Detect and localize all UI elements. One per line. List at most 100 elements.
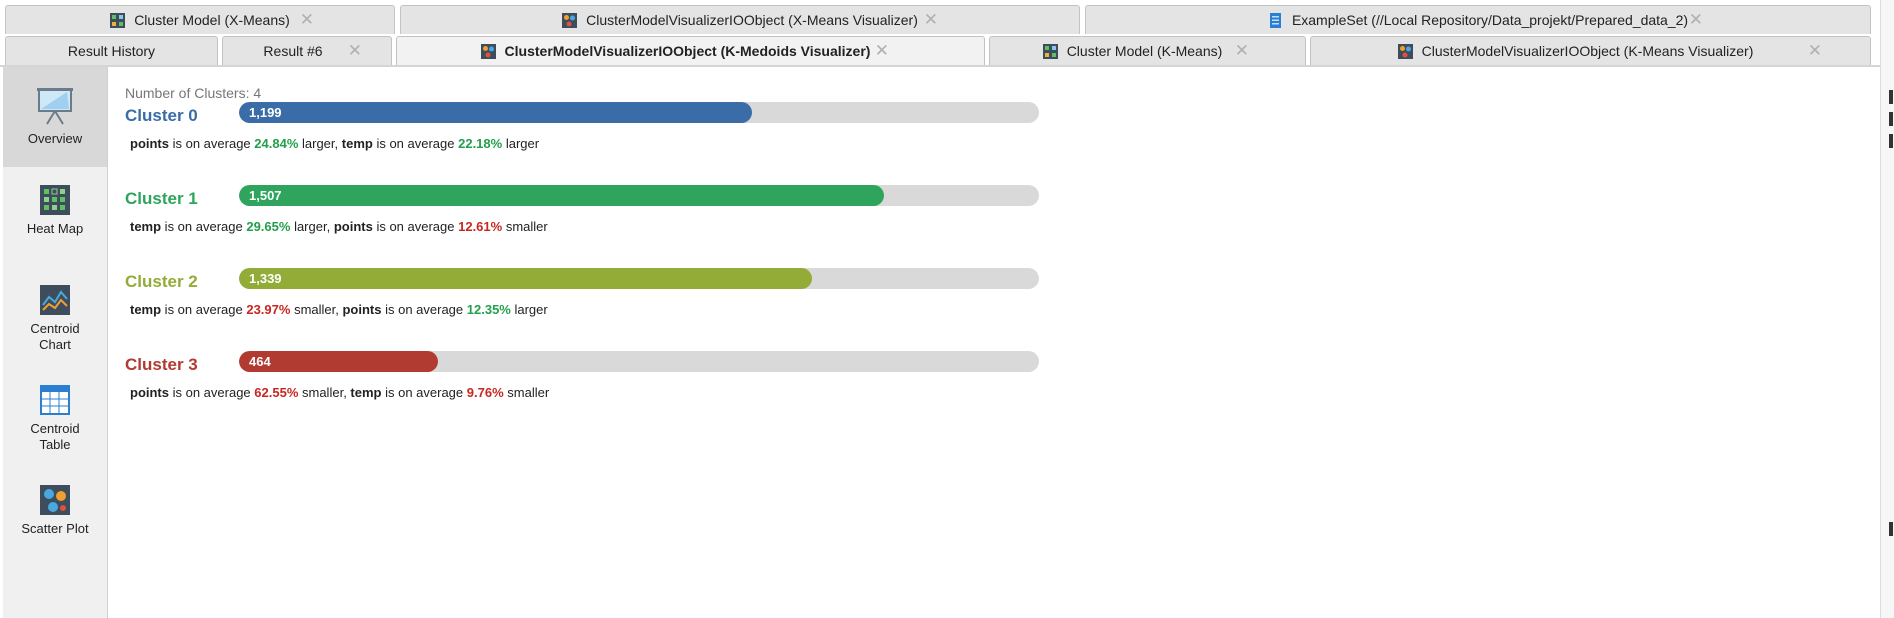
tab-exampleset[interactable]: ExampleSet (//Local Repository/Data_proj…	[1085, 5, 1871, 34]
right-panel-edge	[1880, 0, 1894, 618]
sidebar-label: Overview	[27, 131, 83, 146]
cluster-name: Cluster 2	[125, 272, 198, 291]
scatter-plot-icon	[40, 485, 70, 515]
sidebar-label: Scatter Plot	[21, 521, 89, 536]
close-icon[interactable]: ✕	[300, 11, 314, 28]
close-icon[interactable]: ✕	[1689, 11, 1703, 28]
sidebar-item-scatter-plot[interactable]: Scatter Plot	[3, 467, 107, 567]
percent-value: 12.35%	[466, 302, 511, 317]
close-icon[interactable]: ✕	[1235, 42, 1249, 59]
attribute-name: temp	[350, 385, 382, 400]
edge-marker	[1889, 90, 1893, 104]
description-text: is on average	[161, 219, 247, 234]
sidebar-label: Centroid Table	[30, 421, 80, 452]
cluster-model-icon	[110, 12, 126, 28]
heat-map-icon	[40, 185, 70, 215]
description-text: is on average	[169, 385, 255, 400]
close-icon[interactable]: ✕	[924, 11, 938, 28]
cluster-size-bar: 464	[239, 351, 1039, 372]
direction-text: larger	[514, 302, 548, 317]
tab-label: ClusterModelVisualizerIOObject (K-Medoid…	[504, 43, 871, 59]
attribute-name: temp	[341, 136, 373, 151]
cluster-row[interactable]: Cluster 0 1,199 points is on average 24.84…	[125, 102, 1175, 172]
tab-cluster-model-xmeans[interactable]: Cluster Model (X-Means) ✕	[5, 5, 395, 34]
cluster-size-fill: 1,507	[239, 185, 884, 206]
presentation-board-icon	[37, 88, 73, 125]
separator: ,	[326, 219, 334, 234]
cluster-visualizer-icon	[480, 43, 496, 59]
description-text: is on average	[372, 219, 459, 234]
percent-value: 62.55%	[254, 385, 299, 400]
number-of-clusters: Number of Clusters: 4	[125, 85, 262, 101]
tab-row-top: Cluster Model (X-Means) ✕ ClusterModelVi…	[0, 5, 1894, 34]
cluster-description: points is on average 62.55% smaller, tem…	[130, 385, 549, 400]
centroid-chart-icon	[40, 285, 70, 315]
cluster-size-fill: 1,339	[239, 268, 812, 289]
tab-result-history[interactable]: Result History	[5, 36, 218, 65]
attribute-name: points	[342, 302, 382, 317]
cluster-name: Cluster 1	[125, 189, 198, 208]
description-text: is on average	[381, 385, 467, 400]
sidebar-item-centroid-chart[interactable]: Centroid Chart	[3, 267, 107, 367]
description-text: is on average	[372, 136, 459, 151]
sidebar-label: Heat Map	[26, 221, 84, 236]
description-text: is on average	[169, 136, 255, 151]
tab-label: Result History	[67, 43, 156, 59]
tab-label: ExampleSet (//Local Repository/Data_proj…	[1291, 12, 1689, 28]
percent-value: 9.76%	[466, 385, 504, 400]
tab-label: Cluster Model (X-Means)	[134, 12, 290, 28]
attribute-name: points	[333, 219, 373, 234]
tab-kmeans-visualizer[interactable]: ClusterModelVisualizerIOObject (K-Means …	[1310, 36, 1871, 65]
cluster-name: Cluster 3	[125, 355, 198, 374]
direction-text: larger	[294, 219, 327, 234]
percent-value: 12.61%	[458, 219, 503, 234]
cluster-visualizer-icon	[562, 12, 578, 28]
cluster-size-bar: 1,339	[239, 268, 1039, 289]
sidebar-item-heat-map[interactable]: Heat Map	[3, 167, 107, 267]
cluster-description: temp is on average 23.97% smaller, point…	[130, 302, 548, 317]
cluster-size-bar: 1,199	[239, 102, 1039, 123]
direction-text: smaller	[505, 219, 548, 234]
cluster-description: temp is on average 29.65% larger, points…	[130, 219, 548, 234]
tab-kmedoids-visualizer[interactable]: ClusterModelVisualizerIOObject (K-Medoid…	[396, 36, 985, 65]
tab-result-6[interactable]: Result #6 ✕	[222, 36, 392, 65]
cluster-overview-panel: Number of Clusters: 4 Cluster 0 1,199 poin…	[108, 67, 1873, 618]
attribute-name: temp	[130, 302, 162, 317]
exampleset-icon	[1269, 12, 1281, 28]
tab-label: ClusterModelVisualizerIOObject (K-Means …	[1421, 43, 1754, 59]
centroid-table-icon	[40, 385, 70, 415]
attribute-name: points	[130, 385, 169, 400]
cluster-description: points is on average 24.84% larger, temp…	[130, 136, 539, 151]
percent-value: 22.18%	[458, 136, 503, 151]
edge-marker	[1889, 522, 1893, 536]
direction-text: smaller	[507, 385, 550, 400]
percent-value: 24.84%	[254, 136, 299, 151]
close-icon[interactable]: ✕	[1808, 42, 1822, 59]
cluster-visualizer-icon	[1397, 43, 1413, 59]
sidebar-item-centroid-table[interactable]: Centroid Table	[3, 367, 107, 467]
attribute-name: temp	[130, 219, 162, 234]
cluster-row[interactable]: Cluster 2 1,339 temp is on average 23.97% …	[125, 268, 1175, 338]
cluster-size-fill: 1,199	[239, 102, 752, 123]
view-sidebar: Overview Heat Map Centroid Chart Centroi…	[3, 67, 108, 618]
attribute-name: points	[130, 136, 169, 151]
tab-cluster-model-kmeans[interactable]: Cluster Model (K-Means) ✕	[989, 36, 1306, 65]
edge-marker	[1889, 112, 1893, 126]
close-icon[interactable]: ✕	[875, 42, 889, 59]
tab-row-bottom: Result History Result #6 ✕ ClusterModelV…	[0, 36, 1894, 65]
sidebar-label: Centroid Chart	[30, 321, 80, 352]
direction-text: larger	[302, 136, 335, 151]
edge-marker	[1889, 134, 1893, 148]
close-icon[interactable]: ✕	[348, 42, 362, 59]
tab-label: Cluster Model (K-Means)	[1066, 43, 1223, 59]
cluster-name: Cluster 0	[125, 106, 198, 125]
cluster-row[interactable]: Cluster 1 1,507 temp is on average 29.65% …	[125, 185, 1175, 255]
sidebar-item-overview[interactable]: Overview	[3, 67, 107, 167]
cluster-row[interactable]: Cluster 3 464 points is on average 62.55% …	[125, 351, 1175, 421]
cluster-size-fill: 464	[239, 351, 438, 372]
percent-value: 23.97%	[246, 302, 291, 317]
description-text: is on average	[381, 302, 467, 317]
description-text: is on average	[161, 302, 247, 317]
tab-label: Result #6	[263, 43, 323, 59]
tab-xmeans-visualizer[interactable]: ClusterModelVisualizerIOObject (X-Means …	[400, 5, 1080, 34]
